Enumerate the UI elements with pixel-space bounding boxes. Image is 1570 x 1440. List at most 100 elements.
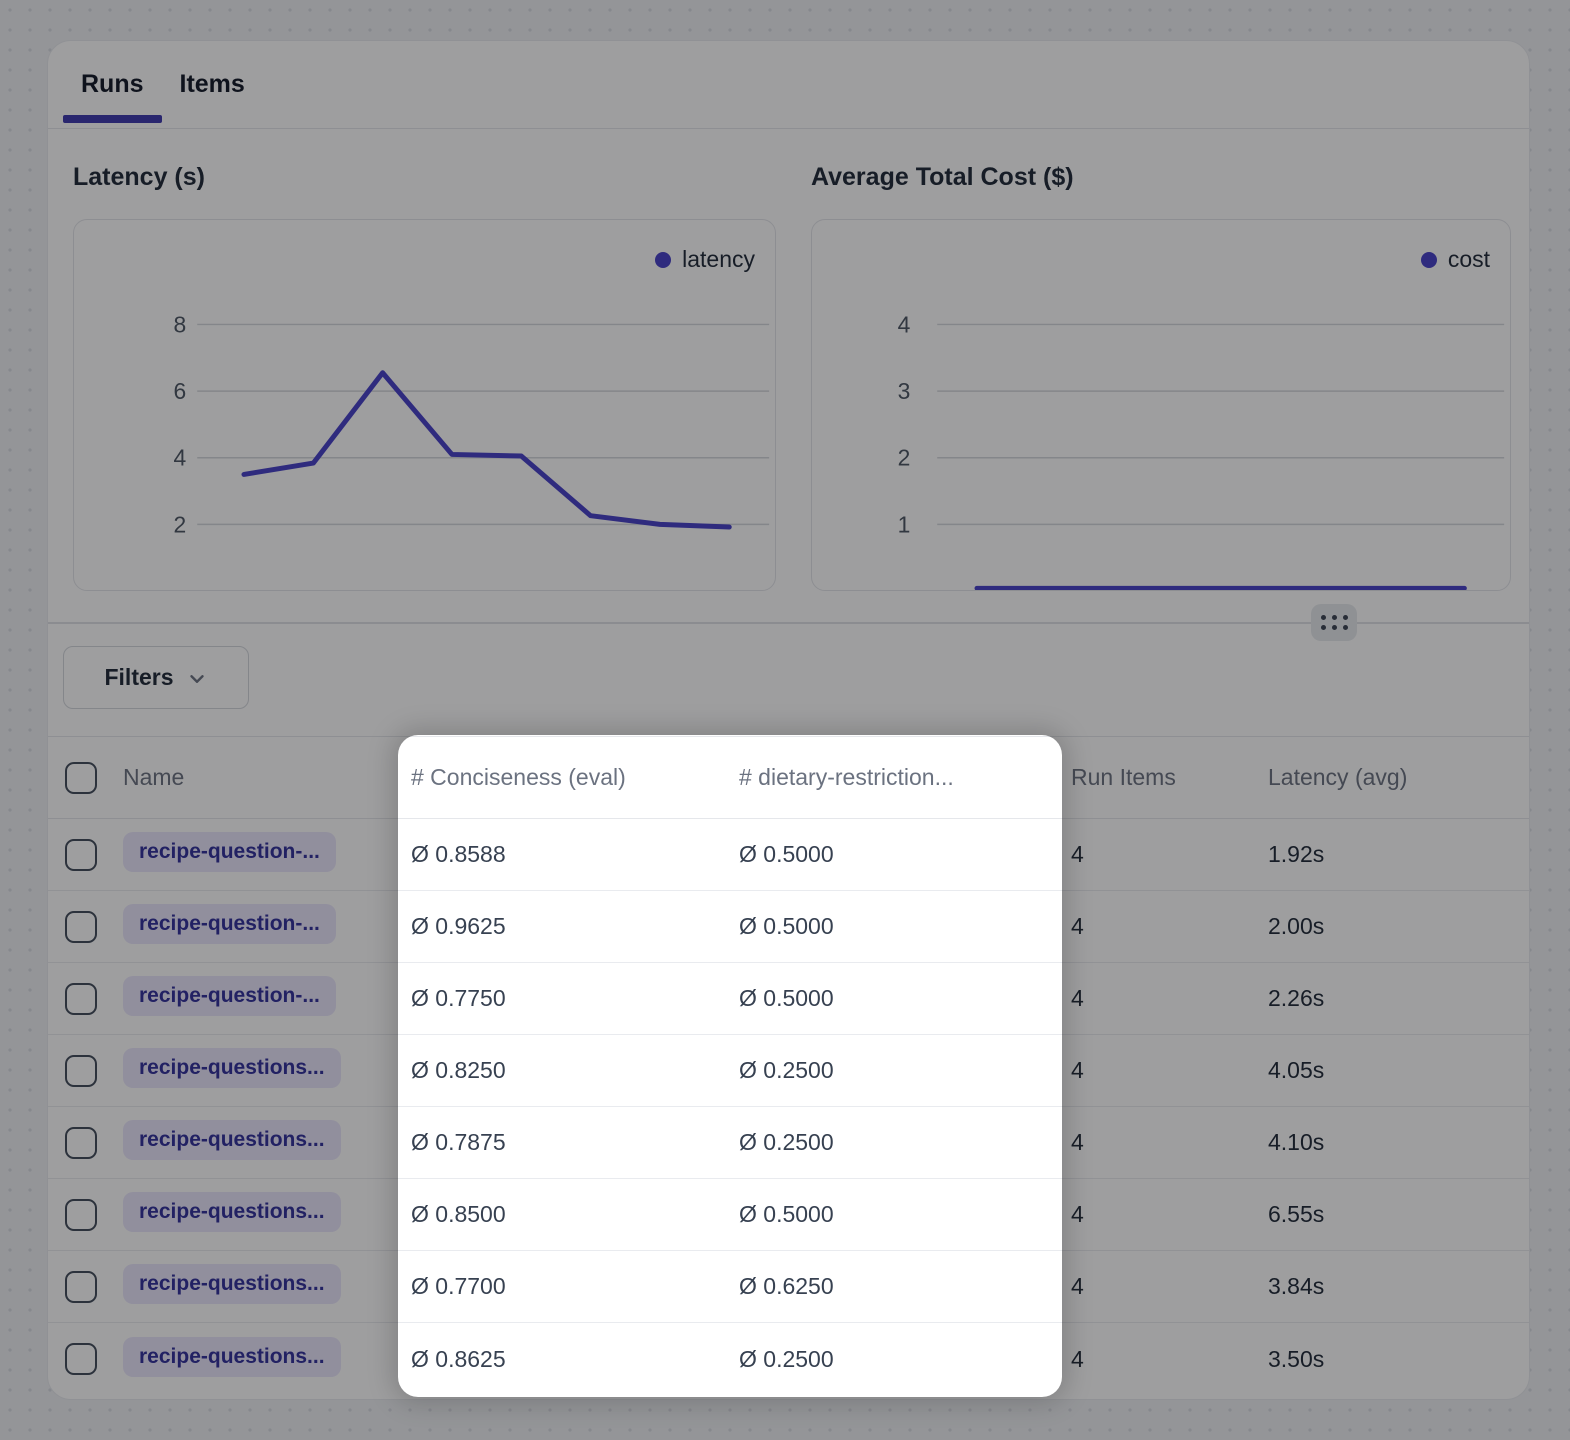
dietary-restriction-score-cell: Ø 0.5000 [727,913,1063,940]
conciseness-score-cell: Ø 0.8588 [399,841,727,868]
svg-text:1: 1 [898,511,911,537]
drag-handle[interactable] [1311,604,1357,641]
dietary-restriction-score-cell: Ø 0.5000 [727,985,1063,1012]
run-name-badge[interactable]: recipe-questions... [123,1120,341,1160]
grip-dots-icon [1321,615,1348,630]
run-name-cell: recipe-questions... [123,1120,399,1165]
run-items-cell: 4 [1063,913,1259,940]
run-items-cell: 4 [1063,985,1259,1012]
row-checkbox[interactable] [65,911,97,943]
cost-chart-title: Average Total Cost ($) [811,163,1074,192]
row-checkbox-cell [48,1127,123,1159]
row-checkbox[interactable] [65,1127,97,1159]
dietary-restriction-score-cell: Ø 0.5000 [727,1201,1063,1228]
conciseness-score-cell: Ø 0.9625 [399,913,727,940]
latency-avg-cell: 4.05s [1259,1057,1529,1084]
run-name-badge[interactable]: recipe-question-... [123,976,336,1016]
latency-chart-title: Latency (s) [73,163,205,192]
tab-runs[interactable]: Runs [63,41,162,128]
latency-avg-cell: 2.26s [1259,985,1529,1012]
run-name-cell: recipe-questions... [123,1192,399,1237]
header-name: Name [123,764,399,791]
row-checkbox-cell [48,1055,123,1087]
run-name-cell: recipe-questions... [123,1048,399,1093]
table-row: recipe-questions...Ø 0.7700Ø 0.625043.84… [48,1251,1529,1323]
legend-dot-icon [655,252,671,268]
run-name-badge[interactable]: recipe-questions... [123,1192,341,1232]
row-checkbox[interactable] [65,1199,97,1231]
latency-chart-card: 8642 latency [73,219,776,591]
conciseness-score-cell: Ø 0.7700 [399,1273,727,1300]
row-checkbox[interactable] [65,983,97,1015]
run-name-badge[interactable]: recipe-questions... [123,1337,341,1377]
row-checkbox-cell [48,911,123,943]
svg-text:2: 2 [898,445,911,471]
conciseness-score-cell: Ø 0.7750 [399,985,727,1012]
cost-line-chart: 4 3 2 1 [812,220,1510,590]
tab-bar: Runs Items [48,41,1529,129]
row-checkbox[interactable] [65,1055,97,1087]
run-name-cell: recipe-questions... [123,1337,399,1382]
filters-button-label: Filters [104,664,173,691]
run-items-cell: 4 [1063,1057,1259,1084]
run-name-badge[interactable]: recipe-question-... [123,832,336,872]
run-name-cell: recipe-question-... [123,904,399,949]
header-run-items: Run Items [1063,764,1259,791]
cost-legend-label: cost [1448,246,1490,273]
row-checkbox-cell [48,1343,123,1375]
latency-avg-cell: 2.00s [1259,913,1529,940]
run-items-cell: 4 [1063,841,1259,868]
row-checkbox[interactable] [65,1271,97,1303]
svg-text:6: 6 [174,378,187,404]
latency-avg-cell: 4.10s [1259,1129,1529,1156]
run-items-cell: 4 [1063,1273,1259,1300]
header-conciseness: # Conciseness (eval) [399,764,727,791]
dietary-restriction-score-cell: Ø 0.2500 [727,1057,1063,1084]
run-name-cell: recipe-question-... [123,832,399,877]
latency-avg-cell: 3.50s [1259,1346,1529,1373]
table-row: recipe-questions... Ø 0.8250Ø 0.250044.05… [48,1035,1529,1107]
run-items-cell: 4 [1063,1201,1259,1228]
row-checkbox-cell [48,983,123,1015]
svg-text:8: 8 [174,311,187,337]
row-checkbox[interactable] [65,839,97,871]
select-all-checkbox[interactable] [65,762,97,794]
legend-dot-icon [1421,252,1437,268]
run-name-badge[interactable]: recipe-questions... [123,1264,341,1304]
filters-button[interactable]: Filters [63,646,249,709]
runs-panel: Runs Items Latency (s) Average Total Cos… [47,40,1530,1400]
table-row: recipe-question-... Ø 0.9625Ø 0.500042.00… [48,891,1529,963]
run-name-cell: recipe-question-... [123,976,399,1021]
table-row: recipe-questions...Ø 0.8500Ø 0.500046.55… [48,1179,1529,1251]
conciseness-score-cell: Ø 0.8500 [399,1201,727,1228]
table-row: recipe-question-... Ø 0.7750Ø 0.500042.26… [48,963,1529,1035]
table-row: recipe-questions...Ø 0.7875Ø 0.250044.10… [48,1107,1529,1179]
header-dietary-restriction: # dietary-restriction... [727,764,1063,791]
row-checkbox[interactable] [65,1343,97,1375]
svg-text:4: 4 [174,445,187,471]
table-body: recipe-question-...Ø 0.8588Ø 0.500041.92… [48,819,1529,1395]
conciseness-score-cell: Ø 0.8250 [399,1057,727,1084]
run-name-badge[interactable]: recipe-questions... [123,1048,341,1088]
tab-items-label: Items [180,70,245,99]
latency-legend-label: latency [682,246,755,273]
run-name-badge[interactable]: recipe-question-... [123,904,336,944]
cost-chart-card: 4 3 2 1 cost [811,219,1511,591]
runs-table: Name # Conciseness (eval) # dietary-rest… [48,736,1529,1395]
header-latency-avg: Latency (avg) [1259,764,1529,791]
row-checkbox-cell [48,839,123,871]
row-checkbox-cell [48,1199,123,1231]
latency-legend: latency [655,246,755,273]
section-divider [48,622,1529,624]
conciseness-score-cell: Ø 0.8625 [399,1346,727,1373]
svg-text:4: 4 [898,311,911,337]
tab-items[interactable]: Items [162,41,263,128]
latency-avg-cell: 3.84s [1259,1273,1529,1300]
row-checkbox-cell [48,1271,123,1303]
conciseness-score-cell: Ø 0.7875 [399,1129,727,1156]
dietary-restriction-score-cell: Ø 0.2500 [727,1346,1063,1373]
svg-text:3: 3 [898,378,911,404]
table-header-row: Name # Conciseness (eval) # dietary-rest… [48,737,1529,819]
chevron-down-icon [186,668,208,690]
run-name-cell: recipe-questions... [123,1264,399,1309]
